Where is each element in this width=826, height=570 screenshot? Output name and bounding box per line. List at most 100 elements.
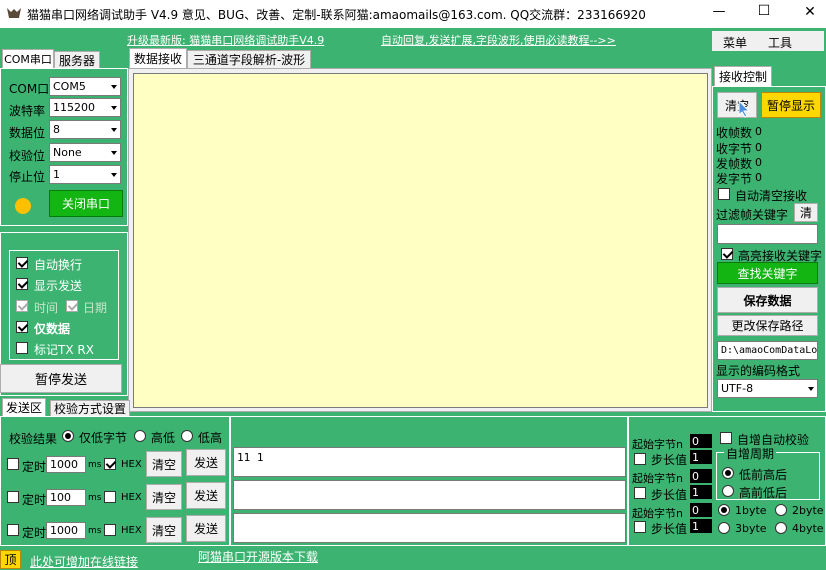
send-textbox[interactable] bbox=[233, 513, 626, 543]
chevron-down-icon bbox=[111, 105, 117, 110]
ms-label: ms bbox=[88, 460, 102, 470]
start-byte-value: 0 bbox=[692, 503, 699, 517]
timed-send-checkbox[interactable] bbox=[7, 458, 19, 470]
low-high-radio[interactable] bbox=[181, 430, 193, 442]
interval-input[interactable]: 1000 bbox=[46, 522, 86, 539]
tools-button[interactable]: 工具 bbox=[768, 34, 792, 51]
stopbits-select[interactable]: 1 bbox=[49, 165, 121, 184]
3byte-label: 3byte bbox=[735, 522, 767, 535]
close-port-button[interactable]: 关闭串口 bbox=[49, 190, 123, 217]
clear-send-label: 清空 bbox=[151, 490, 176, 505]
step-checkbox[interactable] bbox=[634, 453, 646, 465]
auto-checksum-checkbox[interactable] bbox=[720, 432, 732, 444]
start-byte-input[interactable]: 0 bbox=[690, 469, 712, 483]
tab-receive-control[interactable]: 接收控制 bbox=[714, 66, 772, 86]
encoding-select[interactable]: UTF-8 bbox=[717, 379, 818, 398]
low-first-radio[interactable] bbox=[722, 467, 734, 479]
find-keyword-button[interactable]: 查找关键字 bbox=[717, 262, 818, 284]
close-button[interactable]: ✕ bbox=[795, 4, 825, 20]
add-link[interactable]: 此处可增加在线链接 bbox=[30, 553, 138, 570]
auto-clear-checkbox[interactable] bbox=[718, 188, 730, 200]
rx-bytes-value: 0 bbox=[755, 141, 762, 154]
tab-com[interactable]: COM串口 bbox=[2, 49, 54, 68]
tab-send-area[interactable]: 发送区 bbox=[2, 398, 46, 416]
baud-value: 115200 bbox=[53, 101, 95, 114]
step-checkbox[interactable] bbox=[634, 521, 646, 533]
pause-display-button[interactable]: 暂停显示 bbox=[761, 92, 821, 118]
upgrade-link[interactable]: 升级最新版: 猫猫串口网络调试助手V4.9 bbox=[127, 32, 324, 48]
3byte-radio[interactable] bbox=[718, 522, 730, 534]
tab-checksum-settings[interactable]: 校验方式设置 bbox=[50, 400, 130, 416]
mouse-cursor-icon bbox=[738, 99, 752, 121]
send-label: 发送 bbox=[193, 456, 218, 470]
data-only-checkbox[interactable] bbox=[16, 321, 28, 333]
clear-send-button[interactable]: 清空 bbox=[146, 517, 182, 543]
filter-input[interactable] bbox=[717, 224, 818, 244]
parity-select[interactable]: None bbox=[49, 143, 121, 162]
pin-top-button[interactable]: 顶 bbox=[0, 550, 21, 569]
com-select[interactable]: COM5 bbox=[49, 77, 121, 96]
hex-label: HEX bbox=[121, 525, 142, 536]
tab-data-receive[interactable]: 数据接收 bbox=[129, 48, 187, 68]
receive-textarea[interactable] bbox=[133, 73, 708, 408]
minimize-button[interactable]: — bbox=[704, 4, 734, 19]
date-checkbox[interactable] bbox=[66, 300, 78, 312]
start-byte-label: 起始字节n bbox=[632, 472, 683, 485]
tab-waveform[interactable]: 三通道字段解析-波形 bbox=[187, 50, 311, 68]
change-path-button[interactable]: 更改保存路径 bbox=[717, 315, 818, 336]
time-checkbox[interactable] bbox=[16, 300, 28, 312]
send-textbox[interactable] bbox=[233, 480, 626, 510]
send-button[interactable]: 发送 bbox=[186, 449, 226, 476]
hex-checkbox[interactable] bbox=[104, 458, 116, 470]
tab-server[interactable]: 服务器 bbox=[54, 51, 100, 68]
date-label: 日期 bbox=[83, 301, 108, 315]
show-send-checkbox[interactable] bbox=[16, 278, 28, 290]
timed-label: 定时 bbox=[22, 526, 47, 540]
interval-input[interactable]: 100 bbox=[46, 489, 86, 506]
2byte-radio[interactable] bbox=[775, 504, 787, 516]
start-byte-input[interactable]: 0 bbox=[690, 434, 712, 448]
ms-label: ms bbox=[88, 493, 102, 503]
send-button[interactable]: 发送 bbox=[186, 515, 226, 542]
save-path-field[interactable]: D:\amaoComDataLo bbox=[717, 341, 818, 360]
low-first-label: 低前高后 bbox=[739, 468, 788, 482]
baud-select[interactable]: 115200 bbox=[49, 98, 121, 117]
low-byte-radio[interactable] bbox=[62, 430, 74, 442]
clear-send-button[interactable]: 清空 bbox=[146, 451, 182, 477]
clear-send-button[interactable]: 清空 bbox=[146, 484, 182, 510]
highlight-checkbox[interactable] bbox=[721, 248, 733, 260]
stopbits-value: 1 bbox=[53, 168, 60, 181]
1byte-radio[interactable] bbox=[718, 504, 730, 516]
pause-send-button[interactable]: 暂停发送 bbox=[0, 364, 122, 393]
timed-label: 定时 bbox=[22, 460, 47, 474]
databits-select[interactable]: 8 bbox=[49, 120, 121, 139]
4byte-radio[interactable] bbox=[775, 522, 787, 534]
step-input[interactable]: 1 bbox=[690, 450, 712, 464]
high-low-radio[interactable] bbox=[134, 430, 146, 442]
mark-txrx-checkbox[interactable] bbox=[16, 342, 28, 354]
tab-data-receive-label: 数据接收 bbox=[133, 52, 182, 66]
hex-checkbox[interactable] bbox=[104, 491, 116, 503]
tutorial-link[interactable]: 自动回复,发送扩展,字段波形,使用必读教程-->> bbox=[381, 32, 616, 48]
hex-checkbox[interactable] bbox=[104, 524, 116, 536]
tab-waveform-label: 三通道字段解析-波形 bbox=[192, 53, 306, 67]
download-link[interactable]: 阿猫串口开源版本下载 bbox=[198, 548, 318, 565]
timed-send-checkbox[interactable] bbox=[7, 524, 19, 536]
step-input[interactable]: 1 bbox=[690, 519, 712, 533]
menu-button[interactable]: 菜单 bbox=[723, 34, 747, 51]
send-textbox[interactable]: 11 1 bbox=[233, 447, 626, 477]
step-input[interactable]: 1 bbox=[690, 485, 712, 499]
step-value: 1 bbox=[692, 450, 699, 464]
step-checkbox[interactable] bbox=[634, 487, 646, 499]
find-keyword-label: 查找关键字 bbox=[737, 266, 798, 281]
maximize-button[interactable]: ☐ bbox=[749, 3, 779, 19]
high-first-radio[interactable] bbox=[722, 485, 734, 497]
start-byte-input[interactable]: 0 bbox=[690, 503, 712, 517]
interval-value: 1000 bbox=[50, 524, 78, 537]
auto-newline-checkbox[interactable] bbox=[16, 257, 28, 269]
send-button[interactable]: 发送 bbox=[186, 482, 226, 509]
save-data-button[interactable]: 保存数据 bbox=[717, 287, 818, 313]
filter-clear-button[interactable]: 清 bbox=[794, 203, 818, 222]
timed-send-checkbox[interactable] bbox=[7, 491, 19, 503]
interval-input[interactable]: 1000 bbox=[46, 456, 86, 473]
